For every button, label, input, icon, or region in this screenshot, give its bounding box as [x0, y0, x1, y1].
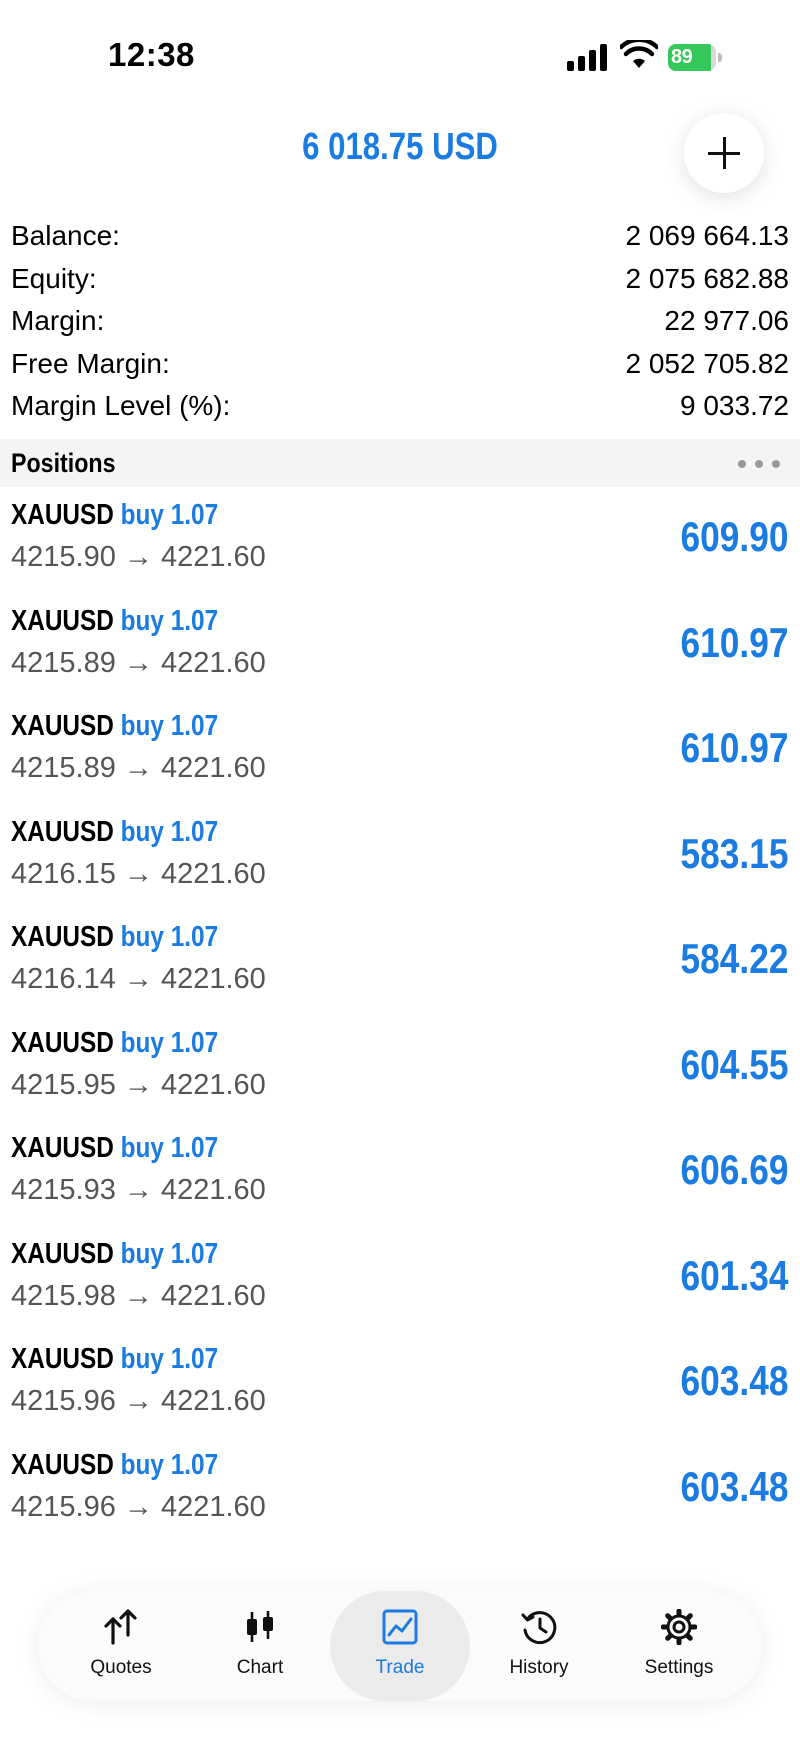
- position-row[interactable]: XAUUSD buy 1.07 4215.89 → 4221.60 610.97: [0, 698, 800, 804]
- equity-label: Equity:: [11, 262, 97, 294]
- position-symbol: XAUUSD: [11, 710, 114, 742]
- account-row-equity: Equity: 2 075 682.88: [11, 263, 789, 306]
- account-row-free-margin: Free Margin: 2 052 705.82: [11, 348, 789, 391]
- position-symbol: XAUUSD: [11, 1343, 114, 1375]
- position-type: buy 1.07: [120, 710, 219, 742]
- position-prices: 4215.89 → 4221.60: [11, 646, 266, 679]
- free-margin-label: Free Margin:: [11, 347, 170, 379]
- candlestick-chart-icon: [247, 1611, 273, 1642]
- position-type: buy 1.07: [120, 1343, 219, 1375]
- wifi-icon: [620, 40, 658, 68]
- position-prices: 4215.90 → 4221.60: [11, 541, 266, 573]
- position-profit: 603.48: [680, 1462, 788, 1510]
- position-profit: 606.69: [680, 1146, 788, 1193]
- position-prices: 4215.98 → 4221.60: [11, 1279, 266, 1312]
- status-time: 12:38: [108, 36, 195, 73]
- margin-value: 22 977.06: [664, 305, 789, 336]
- position-symbol: XAUUSD: [11, 604, 114, 637]
- position-profit: 609.90: [680, 513, 788, 560]
- tab-history[interactable]: History: [469, 1591, 609, 1701]
- total-profit: 6 018.75 USD: [302, 126, 498, 168]
- position-type: buy 1.07: [120, 1132, 219, 1164]
- trade-chart-icon: [382, 1609, 418, 1645]
- position-profit: 584.22: [680, 935, 788, 982]
- account-row-margin: Margin: 22 977.06: [11, 305, 789, 348]
- free-margin-value: 2 052 705.82: [625, 347, 790, 379]
- position-prices: 4215.89 → 4221.60: [11, 752, 266, 784]
- position-profit: 610.97: [680, 618, 788, 666]
- gear-icon: [661, 1609, 697, 1645]
- position-prices: 4216.15 → 4221.60: [11, 857, 266, 890]
- position-type: buy 1.07: [120, 604, 219, 637]
- tab-quotes-label: Quotes: [90, 1657, 152, 1678]
- position-type: buy 1.07: [120, 1448, 219, 1481]
- margin-level-label: Margin Level (%):: [11, 390, 231, 421]
- position-row[interactable]: XAUUSD buy 1.07 4215.93 → 4221.60 606.69: [0, 1120, 800, 1226]
- position-symbol: XAUUSD: [11, 1237, 114, 1270]
- positions-list: XAUUSD buy 1.07 4215.90 → 4221.60 609.90…: [0, 487, 800, 1542]
- position-type: buy 1.07: [120, 815, 219, 848]
- position-row[interactable]: XAUUSD buy 1.07 4216.15 → 4221.60 583.15: [0, 804, 800, 910]
- position-symbol: XAUUSD: [11, 921, 114, 953]
- position-type: buy 1.07: [120, 1026, 219, 1059]
- position-row[interactable]: XAUUSD buy 1.07 4215.98 → 4221.60 601.34: [0, 1226, 800, 1332]
- position-prices: 4216.14 → 4221.60: [11, 963, 266, 995]
- positions-title: Positions: [11, 448, 116, 478]
- account-row-balance: Balance: 2 069 664.13: [11, 220, 789, 263]
- tab-trade-label: Trade: [375, 1657, 425, 1678]
- status-bar: 12:38 89: [0, 0, 800, 110]
- position-type: buy 1.07: [120, 499, 219, 531]
- position-row[interactable]: XAUUSD buy 1.07 4215.89 → 4221.60 610.97: [0, 593, 800, 699]
- position-profit: 604.55: [680, 1040, 788, 1088]
- margin-label: Margin:: [11, 305, 105, 336]
- history-clock-icon: [521, 1611, 557, 1645]
- bottom-tab-bar: Quotes Chart Trade History Settings: [38, 1591, 762, 1701]
- tab-history-label: History: [509, 1657, 569, 1678]
- position-type: buy 1.07: [120, 921, 219, 953]
- position-profit: 601.34: [680, 1251, 788, 1299]
- position-profit: 610.97: [680, 724, 788, 771]
- position-row[interactable]: XAUUSD buy 1.07 4216.14 → 4221.60 584.22: [0, 909, 800, 1015]
- tab-settings[interactable]: Settings: [609, 1591, 749, 1701]
- position-row[interactable]: XAUUSD buy 1.07 4215.90 → 4221.60 609.90: [0, 487, 800, 593]
- tab-trade[interactable]: Trade: [330, 1591, 470, 1701]
- balance-value: 2 069 664.13: [625, 220, 790, 251]
- position-prices: 4215.95 → 4221.60: [11, 1068, 266, 1101]
- account-row-margin-level: Margin Level (%): 9 033.72: [11, 390, 789, 433]
- tab-settings-label: Settings: [644, 1657, 714, 1678]
- equity-value: 2 075 682.88: [625, 262, 790, 294]
- position-row[interactable]: XAUUSD buy 1.07 4215.96 → 4221.60 603.48: [0, 1331, 800, 1437]
- tab-quotes[interactable]: Quotes: [51, 1591, 191, 1701]
- position-symbol: XAUUSD: [11, 1132, 114, 1164]
- quotes-arrows-icon: [104, 1609, 137, 1645]
- cellular-signal-icon: [567, 43, 609, 71]
- position-prices: 4215.93 → 4221.60: [11, 1174, 266, 1206]
- position-profit: 583.15: [680, 829, 788, 877]
- position-prices: 4215.96 → 4221.60: [11, 1385, 266, 1417]
- more-dots-icon[interactable]: [738, 460, 780, 468]
- position-profit: 603.48: [680, 1357, 788, 1404]
- position-symbol: XAUUSD: [11, 1026, 114, 1059]
- account-summary: Balance: 2 069 664.13 Equity: 2 075 682.…: [11, 220, 789, 433]
- position-symbol: XAUUSD: [11, 1448, 114, 1481]
- position-row[interactable]: XAUUSD buy 1.07 4215.96 → 4221.60 603.48: [0, 1437, 800, 1543]
- tab-chart[interactable]: Chart: [190, 1591, 330, 1701]
- add-order-button[interactable]: [684, 113, 764, 193]
- position-symbol: XAUUSD: [11, 815, 114, 848]
- position-type: buy 1.07: [120, 1237, 219, 1270]
- balance-label: Balance:: [11, 220, 120, 251]
- battery-icon: 89: [668, 44, 722, 71]
- margin-level-value: 9 033.72: [680, 390, 789, 421]
- positions-section-header: Positions: [0, 439, 800, 487]
- position-row[interactable]: XAUUSD buy 1.07 4215.95 → 4221.60 604.55: [0, 1015, 800, 1121]
- position-prices: 4215.96 → 4221.60: [11, 1490, 266, 1523]
- position-symbol: XAUUSD: [11, 499, 114, 531]
- tab-chart-label: Chart: [236, 1657, 284, 1678]
- battery-percent: 89: [671, 46, 693, 68]
